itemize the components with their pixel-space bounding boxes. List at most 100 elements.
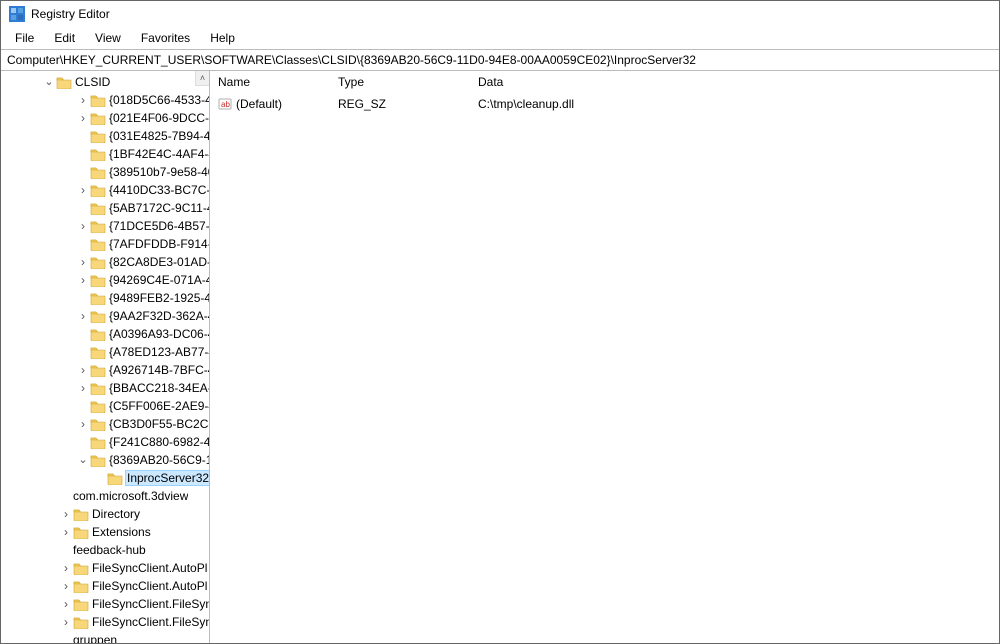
tree-row[interactable]: Extensions [1, 523, 209, 541]
tree-row[interactable]: {031E4825-7B94-4d [1, 127, 209, 145]
tree-row[interactable]: {018D5C66-4533-4 [1, 91, 209, 109]
tree-row[interactable]: {4410DC33-BC7C-4 [1, 181, 209, 199]
tree-label: {71DCE5D6-4B57-4 [109, 219, 209, 233]
tree-row[interactable]: {CB3D0F55-BC2C-4 [1, 415, 209, 433]
folder-icon [90, 273, 106, 287]
tree-label: {021E4F06-9DCC-4 [109, 111, 209, 125]
tree-row[interactable]: {7AFDFDDB-F914-1 [1, 235, 209, 253]
tree-row[interactable]: FileSyncClient.AutoPl [1, 559, 209, 577]
chevron-right-icon[interactable] [60, 580, 72, 592]
tree-row[interactable]: {94269C4E-071A-4 [1, 271, 209, 289]
menu-favorites[interactable]: Favorites [133, 29, 198, 47]
tree-row[interactable]: FileSyncClient.FileSyn [1, 613, 209, 631]
folder-icon [90, 93, 106, 107]
string-value-icon [218, 97, 232, 111]
folder-icon [90, 327, 106, 341]
chevron-right-icon[interactable] [60, 562, 72, 574]
chevron-down-icon[interactable] [77, 454, 89, 466]
folder-icon [73, 615, 89, 629]
folder-icon [73, 525, 89, 539]
tree-row[interactable]: FileSyncClient.FileSyn [1, 595, 209, 613]
tree-row[interactable]: FileSyncClient.AutoPl [1, 577, 209, 595]
tree-row[interactable]: {C5FF006E-2AE9-4 [1, 397, 209, 415]
tree-label: {94269C4E-071A-4 [109, 273, 209, 287]
folder-icon [107, 471, 123, 485]
tree-label: feedback-hub [73, 543, 146, 557]
chevron-right-icon[interactable] [77, 220, 89, 232]
tree-label: {9AA2F32D-362A-4 [109, 309, 209, 323]
tree-label: {A0396A93-DC06-4 [109, 327, 209, 341]
column-header-data[interactable]: Data [470, 72, 999, 92]
menu-edit[interactable]: Edit [46, 29, 83, 47]
chevron-right-icon[interactable] [60, 508, 72, 520]
value-name-cell: (Default) [210, 97, 330, 111]
folder-icon [73, 507, 89, 521]
tree-row[interactable]: {71DCE5D6-4B57-4 [1, 217, 209, 235]
folder-icon [73, 597, 89, 611]
folder-icon [90, 291, 106, 305]
chevron-right-icon[interactable] [77, 310, 89, 322]
menu-view[interactable]: View [87, 29, 129, 47]
column-header-name[interactable]: Name [210, 72, 330, 92]
chevron-right-icon[interactable] [77, 382, 89, 394]
regedit-app-icon [9, 6, 25, 22]
menu-help[interactable]: Help [202, 29, 243, 47]
tree-row-root[interactable]: CLSID [1, 73, 209, 91]
tree-label: {5AB7172C-9C11-4 [109, 201, 209, 215]
tree-row[interactable]: {82CA8DE3-01AD-4 [1, 253, 209, 271]
tree-label: {4410DC33-BC7C-4 [109, 183, 209, 197]
tree-row[interactable]: com.microsoft.3dview [1, 487, 209, 505]
folder-icon [90, 237, 106, 251]
tree-label: FileSyncClient.FileSyn [92, 597, 209, 611]
chevron-right-icon[interactable] [77, 364, 89, 376]
tree-label: FileSyncClient.FileSyn [92, 615, 209, 629]
tree-row[interactable]: {1BF42E4C-4AF4-4 [1, 145, 209, 163]
chevron-right-icon[interactable] [60, 616, 72, 628]
tree-row[interactable]: Directory [1, 505, 209, 523]
folder-icon [90, 363, 106, 377]
tree-row[interactable]: {389510b7-9e58-40 [1, 163, 209, 181]
folder-icon [90, 111, 106, 125]
chevron-right-icon[interactable] [60, 526, 72, 538]
tree-label: {1BF42E4C-4AF4-4 [109, 147, 209, 161]
tree-row[interactable]: {021E4F06-9DCC-4 [1, 109, 209, 127]
chevron-right-icon[interactable] [77, 112, 89, 124]
tree-row[interactable]: feedback-hub [1, 541, 209, 559]
tree-label: {389510b7-9e58-40 [109, 165, 209, 179]
tree-pane[interactable]: ˄ CLSID {018D5C66-4533-4{021E4F06-9DCC-4… [1, 71, 210, 643]
menubar: File Edit View Favorites Help [1, 27, 999, 49]
tree-row[interactable]: {9489FEB2-1925-4D [1, 289, 209, 307]
tree-row[interactable]: {BBACC218-34EA-4 [1, 379, 209, 397]
tree-label: {A926714B-7BFC-4 [109, 363, 209, 377]
column-header-type[interactable]: Type [330, 72, 470, 92]
tree-row[interactable]: {A926714B-7BFC-4 [1, 361, 209, 379]
tree-row[interactable]: {8369AB20-56C9-1 [1, 451, 209, 469]
chevron-right-icon[interactable] [77, 94, 89, 106]
chevron-right-icon[interactable] [77, 274, 89, 286]
tree-label: InprocServer32 [126, 471, 209, 485]
chevron-right-icon[interactable] [60, 598, 72, 610]
tree-row[interactable]: InprocServer32 [1, 469, 209, 487]
tree-row[interactable]: gruppen [1, 631, 209, 643]
tree-row[interactable]: {A0396A93-DC06-4 [1, 325, 209, 343]
tree-label: {018D5C66-4533-4 [109, 93, 209, 107]
chevron-right-icon[interactable] [77, 184, 89, 196]
tree-label: {F241C880-6982-4C [109, 435, 209, 449]
value-row[interactable]: (Default)REG_SZC:\tmp\cleanup.dll [210, 95, 999, 113]
folder-icon [90, 147, 106, 161]
tree-row[interactable]: {5AB7172C-9C11-4 [1, 199, 209, 217]
tree-row[interactable]: {F241C880-6982-4C [1, 433, 209, 451]
chevron-right-icon[interactable] [77, 256, 89, 268]
folder-icon [90, 453, 106, 467]
tree-label: {8369AB20-56C9-1 [109, 453, 209, 467]
chevron-right-icon[interactable] [77, 418, 89, 430]
tree-row[interactable]: {A78ED123-AB77-4 [1, 343, 209, 361]
tree-row[interactable]: {9AA2F32D-362A-4 [1, 307, 209, 325]
folder-icon [90, 219, 106, 233]
folder-icon [73, 579, 89, 593]
chevron-down-icon[interactable] [43, 76, 55, 88]
values-header: Name Type Data [210, 71, 999, 93]
menu-file[interactable]: File [7, 29, 42, 47]
tree-label: FileSyncClient.AutoPl [92, 561, 207, 575]
address-input[interactable] [5, 52, 995, 68]
